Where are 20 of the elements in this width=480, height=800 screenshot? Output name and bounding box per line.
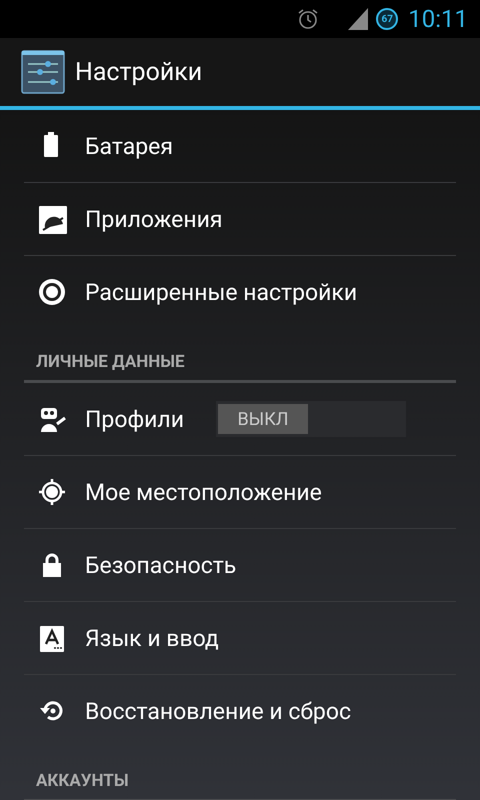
setting-label[interactable]: Расширенные настройки <box>85 278 358 306</box>
signal-icon <box>348 8 368 30</box>
setting-label[interactable]: Восстановление и сброс <box>85 698 352 724</box>
section-header: ЛИЧНЫЕ ДАННЫЕ <box>36 352 185 372</box>
setting-label[interactable]: Батарея <box>85 132 173 160</box>
setting-label[interactable]: Профили <box>85 406 184 432</box>
toggle-switch[interactable]: ВЫКЛ <box>216 401 406 437</box>
location-target-icon <box>37 477 67 507</box>
switch-thumb[interactable]: ВЫКЛ <box>218 404 308 434</box>
battery-icon: 67 <box>376 8 398 30</box>
clock: 10:11 <box>408 5 468 33</box>
setting-label[interactable]: Язык и ввод <box>85 624 219 652</box>
alarm-icon <box>296 7 320 31</box>
section-header: АККАУНТЫ <box>36 771 129 791</box>
setting-label[interactable]: Приложения <box>85 206 223 232</box>
setting-label[interactable]: Безопасность <box>85 552 236 578</box>
screen-title: Настройки <box>75 58 202 86</box>
settings-app-icon[interactable] <box>21 50 65 94</box>
letter-a-keyboard-icon <box>37 623 67 653</box>
setting-label[interactable]: Мое местоположение <box>85 478 322 506</box>
